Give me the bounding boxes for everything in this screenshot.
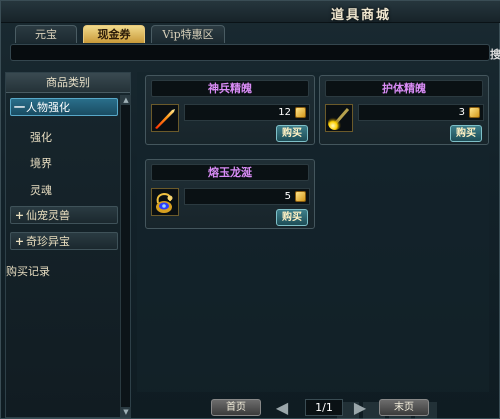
sidebar-subitem-strengthen[interactable]: 强化 bbox=[30, 129, 52, 145]
golden-comet-icon[interactable] bbox=[325, 104, 353, 132]
sidebar-scrollbar[interactable]: ▲ ▼ bbox=[120, 95, 131, 417]
sidebar-header: 商品类别 bbox=[6, 73, 130, 93]
sidebar-item-treasures[interactable]: + 奇珍异宝 bbox=[10, 232, 118, 250]
buy-button[interactable]: 购买 bbox=[276, 125, 308, 142]
scroll-up-icon[interactable]: ▲ bbox=[121, 95, 131, 105]
tab-yuanbao[interactable]: 元宝 bbox=[15, 25, 77, 43]
first-page-button[interactable]: 首页 bbox=[211, 399, 261, 416]
sidebar-item-character-enhance[interactable]: 一人物强化 bbox=[10, 98, 118, 116]
item-name: 熔玉龙涎 bbox=[151, 164, 309, 181]
buy-button[interactable]: 购买 bbox=[276, 209, 308, 226]
title-bar: 道具商城 bbox=[1, 1, 500, 23]
sidebar-item-label: 人物强化 bbox=[26, 101, 70, 114]
last-page-button[interactable]: 末页 bbox=[379, 399, 429, 416]
item-card: 护体精魄 3 购买 bbox=[319, 75, 489, 145]
item-card: 熔玉龙涎 5 购买 bbox=[145, 159, 315, 229]
expand-icon: + bbox=[14, 235, 25, 248]
price-display: 5 bbox=[184, 188, 310, 205]
item-grid: 神兵精魄 12 购买 护体精魄 3 购买 熔玉龙涎 5 购买 bbox=[137, 72, 489, 419]
search-button[interactable]: 搜 bbox=[490, 46, 500, 62]
purchase-record-link[interactable]: 购买记录 bbox=[6, 263, 50, 279]
dragon-gourd-icon[interactable] bbox=[151, 188, 179, 216]
flame-streak-icon[interactable] bbox=[151, 104, 179, 132]
tab-cash-coupon[interactable]: 现金券 bbox=[83, 25, 145, 43]
expand-icon: + bbox=[14, 209, 25, 222]
shop-window: 道具商城 元宝 现金券 Vip特惠区 搜 商品类别 一人物强化 强化 境界 灵魂… bbox=[0, 0, 500, 419]
sidebar-item-label: 仙宠灵兽 bbox=[26, 209, 70, 222]
item-name: 护体精魄 bbox=[325, 80, 483, 97]
prev-page-icon[interactable]: ◀ bbox=[269, 399, 295, 416]
sidebar-subitem-realm[interactable]: 境界 bbox=[30, 155, 52, 171]
collapse-icon: 一 bbox=[14, 101, 25, 114]
sidebar-subitem-soul[interactable]: 灵魂 bbox=[30, 182, 52, 198]
sidebar-item-pets[interactable]: + 仙宠灵兽 bbox=[10, 206, 118, 224]
buy-button[interactable]: 购买 bbox=[450, 125, 482, 142]
item-card: 神兵精魄 12 购买 bbox=[145, 75, 315, 145]
item-price: 3 bbox=[458, 107, 465, 118]
price-display: 12 bbox=[184, 104, 310, 121]
scroll-down-icon[interactable]: ▼ bbox=[121, 407, 131, 417]
item-price: 5 bbox=[284, 191, 291, 202]
tab-vip[interactable]: Vip特惠区 bbox=[151, 25, 225, 43]
sidebar-item-label: 奇珍异宝 bbox=[26, 235, 70, 248]
next-page-icon[interactable]: ▶ bbox=[347, 399, 373, 416]
coupon-icon bbox=[469, 107, 480, 118]
coupon-icon bbox=[295, 107, 306, 118]
window-title: 道具商城 bbox=[330, 8, 391, 23]
item-name: 神兵精魄 bbox=[151, 80, 309, 97]
search-input[interactable] bbox=[10, 44, 490, 61]
coupon-icon bbox=[295, 191, 306, 202]
page-indicator: 1/1 bbox=[305, 399, 343, 416]
category-sidebar: 商品类别 一人物强化 强化 境界 灵魂 + 仙宠灵兽 + 奇珍异宝 购买记录 ▲ ▼ bbox=[5, 72, 131, 418]
item-price: 12 bbox=[278, 107, 291, 118]
price-display: 3 bbox=[358, 104, 484, 121]
